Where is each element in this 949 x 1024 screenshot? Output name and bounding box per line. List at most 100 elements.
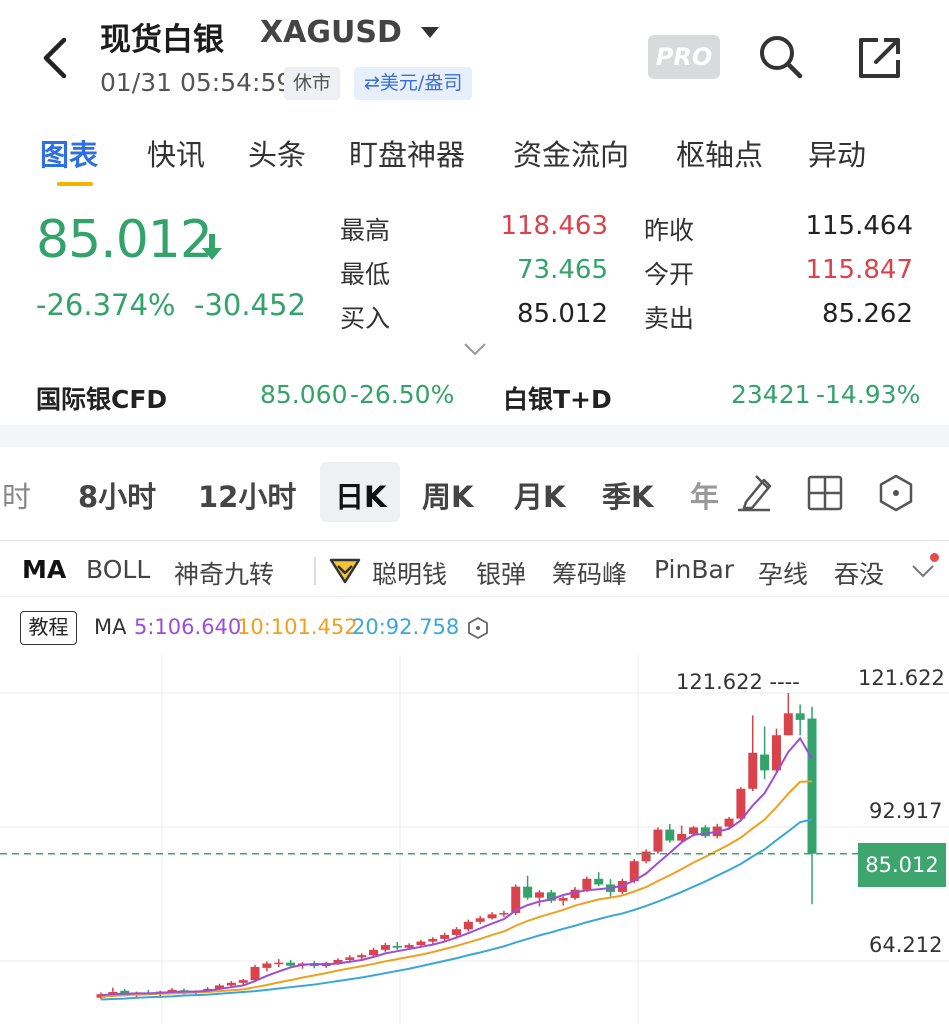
- active-tab-indicator: [57, 182, 93, 186]
- indicator-smart-money[interactable]: 聪明钱: [372, 555, 447, 591]
- ask-value: 85.262: [822, 299, 913, 329]
- candle-body: [404, 945, 414, 948]
- search-icon[interactable]: [756, 32, 804, 80]
- candle-body: [748, 752, 758, 789]
- back-arrow-icon[interactable]: [36, 34, 76, 82]
- divider: [0, 596, 949, 597]
- tutorial-button[interactable]: 教程: [20, 611, 77, 645]
- period-year[interactable]: 年: [690, 474, 719, 516]
- last-price: 85.012: [36, 210, 213, 270]
- high-label: 最高: [340, 216, 391, 245]
- indicator-boll[interactable]: BOLL: [86, 555, 150, 584]
- td-label[interactable]: 白银T+D: [503, 380, 612, 416]
- ma10-line: [100, 780, 813, 998]
- cfd-price: 85.060: [260, 380, 348, 409]
- tab-monitor[interactable]: 盯盘神器: [349, 132, 465, 174]
- td-change: -14.93%: [816, 380, 921, 409]
- low-label: 最低: [340, 260, 391, 289]
- bid-value: 85.012: [517, 299, 608, 329]
- period-12h[interactable]: 12小时: [198, 474, 296, 516]
- period-month[interactable]: 月K: [514, 474, 565, 516]
- candle-body: [582, 878, 592, 890]
- diamond-icon: [329, 558, 361, 584]
- period-quarter[interactable]: 季K: [602, 474, 653, 516]
- y-axis-label: 121.622: [858, 666, 945, 690]
- tab-movements[interactable]: 异动: [808, 132, 866, 174]
- ma5-value: 5:106.640: [134, 615, 242, 639]
- candle-body: [357, 955, 367, 958]
- candle-body: [345, 957, 355, 960]
- candle-body: [428, 938, 438, 942]
- draw-tool-icon[interactable]: [734, 470, 774, 514]
- quote-time: 01/31 05:54:59: [100, 68, 293, 97]
- indicator-chip-peak[interactable]: 筹码峰: [552, 555, 627, 591]
- candle-body: [653, 829, 663, 852]
- divider: [0, 540, 949, 541]
- candle-body: [558, 898, 568, 901]
- indicator-ma[interactable]: MA: [22, 555, 66, 584]
- candle-body: [262, 963, 272, 968]
- indicator-pinbar[interactable]: PinBar: [654, 555, 734, 584]
- section-divider: [0, 425, 949, 447]
- ma-lines: [100, 736, 813, 1001]
- page-title: 现货白银: [100, 22, 224, 58]
- symbol-selector[interactable]: XAGUSD: [260, 15, 402, 50]
- period-8h[interactable]: 8小时: [78, 474, 156, 516]
- candle-body: [286, 962, 296, 966]
- candle-body: [250, 967, 260, 981]
- chevron-down-icon[interactable]: [462, 340, 488, 358]
- layout-grid-icon[interactable]: [806, 474, 844, 512]
- unit-switch-badge[interactable]: ⇄美元/盎司: [354, 67, 473, 100]
- candle-body: [392, 945, 402, 948]
- ma10-value: 10:101.452: [237, 615, 358, 639]
- ma20-value: 20:92.758: [352, 615, 460, 639]
- candle-body: [760, 754, 770, 771]
- candle-body: [689, 827, 698, 834]
- candle-body: [665, 829, 675, 841]
- candle-body: [594, 878, 604, 885]
- tab-pivot-points[interactable]: 枢轴点: [676, 132, 763, 174]
- candlestick-chart[interactable]: [0, 655, 949, 1024]
- tab-chart[interactable]: 图表: [40, 132, 98, 174]
- change-value: -30.452: [194, 288, 306, 322]
- high-value: 118.463: [500, 211, 608, 241]
- indicator-inside-bar[interactable]: 孕线: [758, 555, 808, 591]
- period-day[interactable]: 日K: [335, 474, 386, 516]
- chevron-down-icon[interactable]: [910, 562, 936, 580]
- tab-headlines[interactable]: 头条: [248, 132, 306, 174]
- cfd-label[interactable]: 国际银CFD: [36, 380, 167, 416]
- candle-body: [452, 929, 461, 935]
- tab-news-flash[interactable]: 快讯: [147, 132, 205, 174]
- last-price-tag: 85.012: [858, 843, 946, 887]
- candle-body: [238, 980, 248, 983]
- candle-body: [783, 713, 793, 736]
- ask-label: 卖出: [644, 304, 695, 333]
- pro-button[interactable]: PRO: [648, 35, 720, 79]
- notification-dot: [930, 553, 939, 562]
- indicator-silver-bullet[interactable]: 银弹: [476, 555, 526, 591]
- low-value: 73.465: [517, 255, 608, 285]
- indicator-engulfing[interactable]: 吞没: [834, 555, 884, 591]
- open-label: 今开: [644, 260, 695, 289]
- ma-settings-icon[interactable]: [466, 616, 490, 640]
- candle-body: [226, 982, 236, 986]
- candle-body: [274, 962, 284, 965]
- indicator-td-sequential[interactable]: 神奇九转: [174, 555, 274, 591]
- symbol-dropdown-icon[interactable]: [421, 27, 439, 38]
- settings-hexagon-icon[interactable]: [876, 473, 916, 513]
- candles: [96, 693, 817, 1000]
- period-hour[interactable]: 时: [2, 474, 31, 516]
- prev-close-label: 昨收: [644, 216, 695, 245]
- candle-body: [487, 914, 497, 919]
- td-price: 23421: [731, 380, 811, 409]
- candle-body: [440, 934, 450, 939]
- share-icon[interactable]: [856, 34, 904, 82]
- candle-body: [736, 788, 746, 819]
- bid-label: 买入: [340, 304, 391, 333]
- ma5-line: [100, 736, 813, 997]
- tab-capital-flow[interactable]: 资金流向: [513, 132, 629, 174]
- candle-body: [369, 949, 379, 956]
- period-week[interactable]: 周K: [422, 474, 473, 516]
- max-price-marker: 121.622 ----: [676, 670, 800, 694]
- y-axis-label: 92.917: [869, 799, 943, 823]
